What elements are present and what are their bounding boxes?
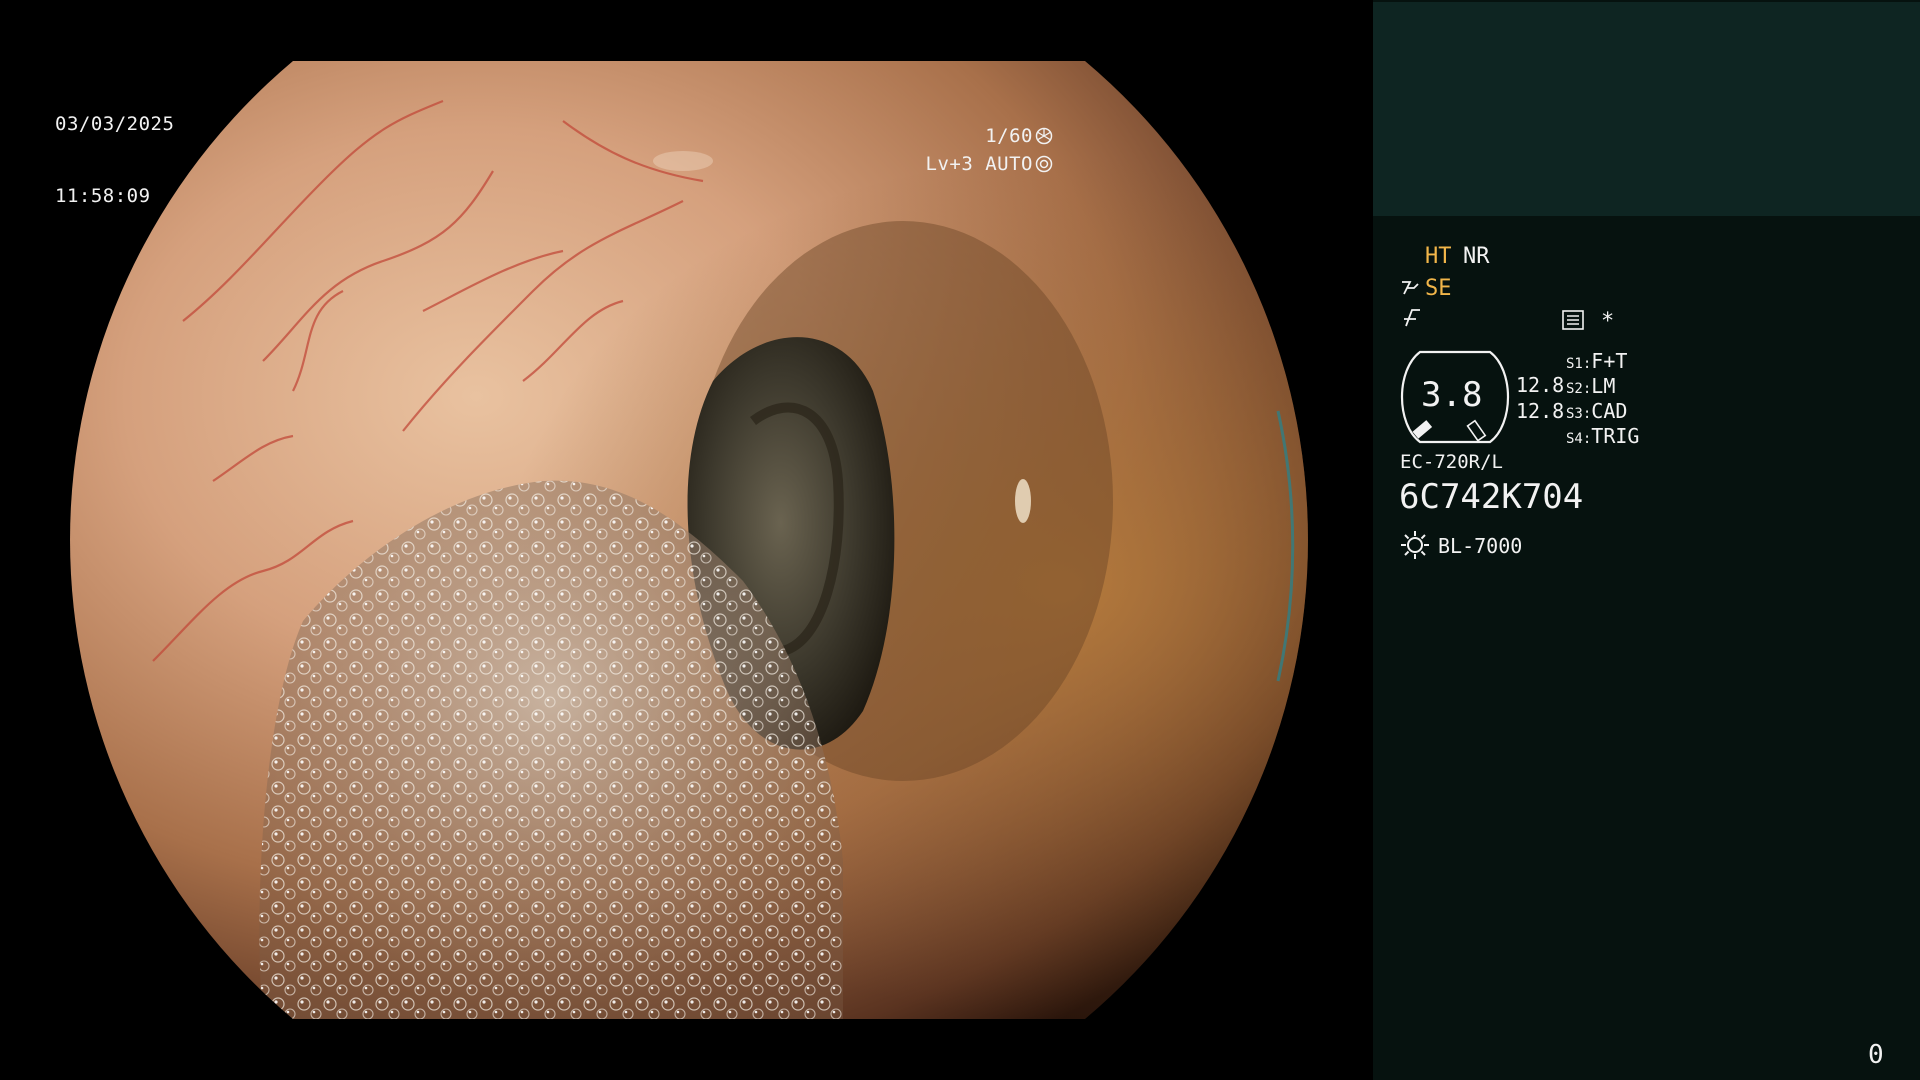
scope-serial: 6C742K704 xyxy=(1399,477,1584,517)
time-text: 11:58:09 xyxy=(55,185,151,207)
status-panel: HT NR SE * 3.8 12.8 12.8 S1:F+T S2:LM S3… xyxy=(1373,0,1920,1080)
level-text: Lv+3 AUTO xyxy=(925,153,1033,175)
star-indicator: * xyxy=(1601,309,1615,334)
filter-icon xyxy=(1404,309,1420,327)
value-bottom: 12.8 xyxy=(1516,399,1565,423)
image-counter: 0 xyxy=(1868,1040,1884,1070)
date-time-display: 03/03/2025 11:58:09 xyxy=(55,64,174,256)
value-top: 12.8 xyxy=(1516,373,1565,397)
nr-indicator: NR xyxy=(1463,244,1490,269)
iris-icon xyxy=(1035,155,1053,173)
record-icon xyxy=(1562,310,1584,330)
switch-3: S3:CAD xyxy=(1566,399,1628,423)
se-indicator: SE xyxy=(1425,276,1452,301)
thumbnail-area xyxy=(1373,2,1920,216)
light-source-icon xyxy=(1401,531,1429,559)
endoscopic-image xyxy=(70,61,1308,1019)
endoscope-video-area: 03/03/2025 11:58:09 1/60 Lv+3 AUTO xyxy=(0,0,1373,1080)
date-text: 03/03/2025 xyxy=(55,113,175,135)
switch-4: S4:TRIG xyxy=(1566,424,1640,448)
ht-indicator: HT xyxy=(1425,244,1452,269)
gauge-value: 3.8 xyxy=(1421,375,1483,415)
iris-level: Lv+3 AUTO xyxy=(878,128,1053,200)
structure-enhance-icon xyxy=(1402,281,1419,295)
scope-model: EC-720R/L xyxy=(1400,451,1503,473)
switch-2: S2:LM xyxy=(1566,374,1616,398)
switch-1: S1:F+T xyxy=(1566,349,1628,373)
light-source-label: BL-7000 xyxy=(1438,534,1523,558)
